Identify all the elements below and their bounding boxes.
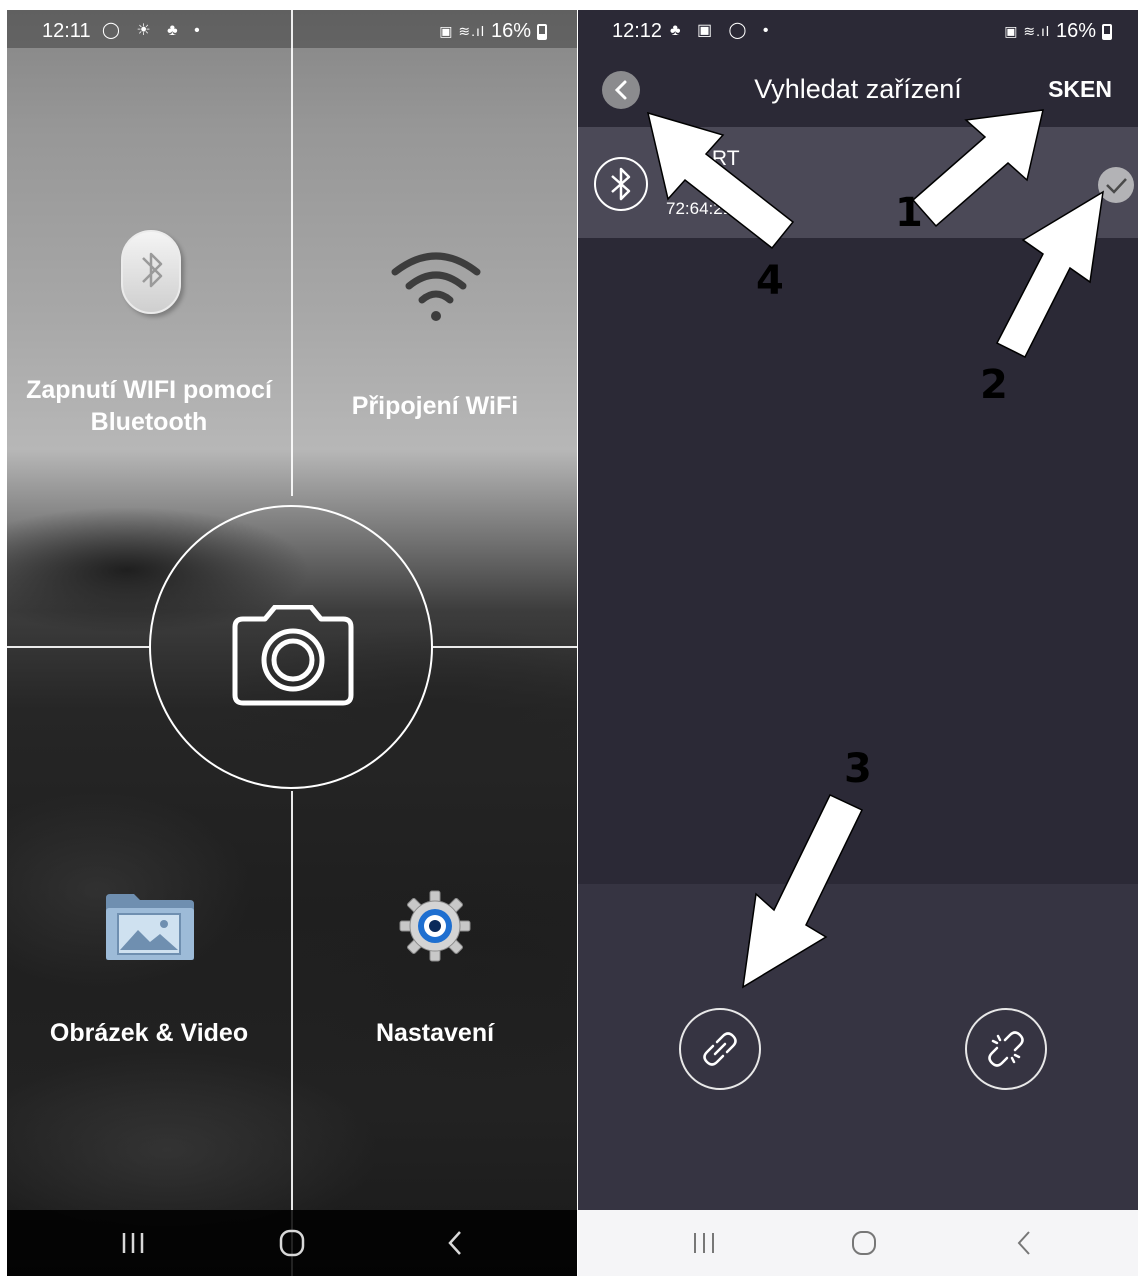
device-mac-address: 72:64:21: :57 (666, 199, 766, 218)
tile-label-media: Obrázek & Video (49, 1019, 249, 1047)
status-bar: 12:12 ♣ ▣ ◯ • ▣ ≋.ıl 16% (578, 10, 1138, 48)
link-icon (703, 1032, 737, 1066)
status-right: ▣ ≋.ıl 16% (439, 20, 547, 43)
back-icon[interactable] (984, 1210, 1064, 1276)
annotation-label-2: 2 (980, 362, 1008, 408)
notification-icons: ♣ ▣ ◯ • (670, 22, 775, 39)
battery-text: 16% (1055, 20, 1096, 42)
status-right: ▣ ≋.ıl 16% (1004, 20, 1112, 43)
battery-icon (1102, 23, 1112, 40)
battery-text: 16% (490, 20, 531, 42)
status-time: 12:12 (612, 20, 663, 42)
nav-bar (7, 1210, 577, 1276)
device-list-item[interactable]: RT ART 72:64:21: :57 (578, 127, 1138, 238)
annotation-label-4: 4 (756, 258, 784, 304)
right-phone-screen: 12:12 ♣ ▣ ◯ • ▣ ≋.ıl 16% Vyhledat zaříze… (578, 10, 1138, 1276)
signal-icon: ▣ ≋.ıl (439, 23, 485, 39)
back-icon[interactable] (415, 1210, 495, 1276)
scan-button[interactable]: SKEN (1048, 76, 1112, 103)
tile-label-wifi-connect: Připojení WiFi (351, 392, 519, 420)
wifi-icon (391, 252, 481, 321)
home-icon[interactable] (824, 1210, 904, 1276)
grid-divider-left (7, 646, 149, 648)
tile-bluetooth-wifi[interactable]: Zapnutí WIFI pomocí Bluetooth (7, 48, 291, 496)
recent-apps-icon[interactable] (664, 1210, 744, 1276)
camera-icon (232, 605, 354, 706)
status-time: 12:11 (42, 20, 91, 42)
home-icon[interactable] (252, 1210, 332, 1276)
gear-icon (399, 890, 471, 962)
left-phone-screen: 12:11 ◯ ☀ ♣ • ▣ ≋.ıl 16% Zapnutí WIFI po… (7, 10, 577, 1276)
action-panel (578, 884, 1138, 1212)
nav-bar (578, 1210, 1138, 1276)
signal-icon: ▣ ≋.ıl (1004, 23, 1050, 39)
tile-label-bluetooth-wifi: Zapnutí WIFI pomocí Bluetooth (26, 376, 272, 436)
bluetooth-icon (594, 157, 648, 211)
connect-button[interactable] (679, 1008, 761, 1090)
grid-divider-right (433, 646, 577, 648)
recent-apps-icon[interactable] (93, 1210, 173, 1276)
checkmark-icon (1106, 178, 1127, 194)
gallery-folder-icon (106, 894, 194, 960)
tile-label-settings: Nastavení (375, 1019, 495, 1047)
disconnect-button[interactable] (965, 1008, 1047, 1090)
battery-icon (537, 23, 547, 40)
device-selected-check[interactable] (1098, 167, 1134, 203)
unlink-icon (988, 1031, 1024, 1067)
tile-media[interactable]: Obrázek & Video (7, 791, 291, 1211)
tile-wifi-connect[interactable]: Připojení WiFi (293, 48, 577, 496)
camera-button[interactable] (149, 505, 433, 789)
annotation-label-3: 3 (844, 746, 872, 792)
title-bar: Vyhledat zařízení SKEN (578, 52, 1138, 127)
bluetooth-icon (121, 230, 181, 314)
annotation-label-1: 1 (895, 190, 923, 236)
notification-icons: ◯ ☀ ♣ • (102, 22, 206, 39)
device-name: RT ART (666, 147, 740, 170)
tile-settings[interactable]: Nastavení (293, 791, 577, 1211)
